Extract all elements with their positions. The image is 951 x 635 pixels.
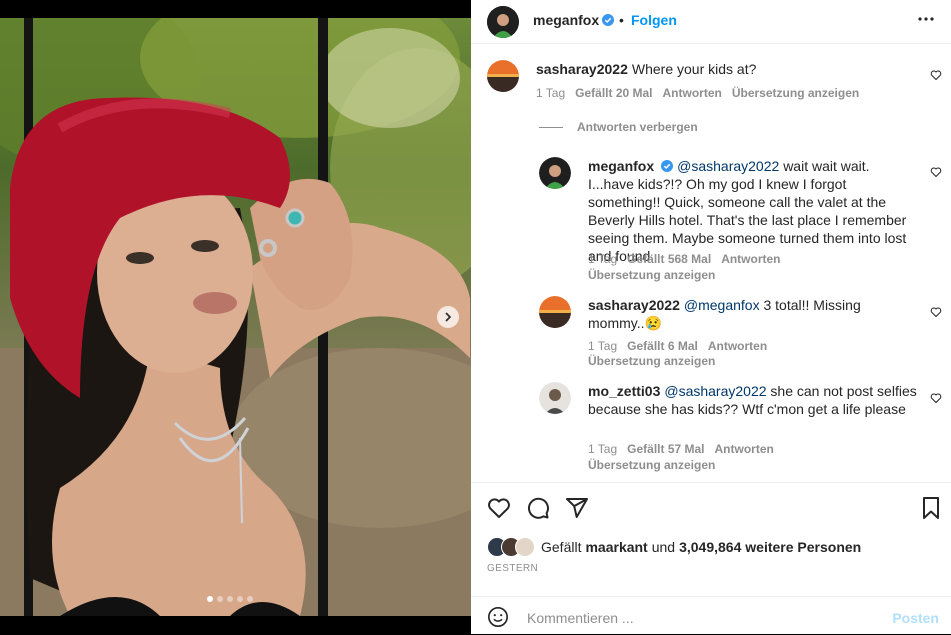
comment-age[interactable]: 1 Tag xyxy=(536,86,565,100)
hide-replies-label: Antworten verbergen xyxy=(577,120,698,134)
reply-text: meganfox @sasharay2022 wait wait wait. I.… xyxy=(588,157,918,265)
reply-translate-row: Übersetzung anzeigen xyxy=(588,458,725,472)
reply-age[interactable]: 1 Tag xyxy=(588,252,617,266)
reply-username[interactable]: sasharay2022 xyxy=(588,297,680,313)
reply-translate-row: Übersetzung anzeigen xyxy=(588,268,725,282)
reply-age[interactable]: 1 Tag xyxy=(588,442,617,456)
hide-replies-button[interactable]: Antworten verbergen xyxy=(539,120,698,134)
reply-username[interactable]: meganfox xyxy=(588,158,654,174)
heart-icon[interactable] xyxy=(487,496,511,520)
reply-translate-button[interactable]: Übersetzung anzeigen xyxy=(588,268,715,282)
reply-reply-button[interactable]: Antworten xyxy=(708,339,767,353)
post-panel: meganfox • Folgen sasharay2022 Where your… xyxy=(471,0,951,634)
reply-like-heart-icon[interactable] xyxy=(930,306,942,318)
reply-username[interactable]: mo_zetti03 xyxy=(588,383,660,399)
reply-translate-button[interactable]: Übersetzung anzeigen xyxy=(588,458,715,472)
commenter-avatar[interactable] xyxy=(487,60,519,92)
post-date[interactable]: GESTERN xyxy=(487,563,538,574)
verified-icon xyxy=(602,14,615,26)
comment-username[interactable]: sasharay2022 xyxy=(536,61,628,77)
more-icon[interactable] xyxy=(917,14,935,24)
share-icon[interactable] xyxy=(565,496,589,520)
reply-meta: 1 Tag Gefällt 568 Mal Antworten xyxy=(588,252,791,266)
reply-likes[interactable]: Gefällt 6 Mal xyxy=(627,339,698,353)
likes-count[interactable]: 3,049,864 weitere Personen xyxy=(679,539,861,555)
liker-username[interactable]: maarkant xyxy=(585,539,647,555)
reply-text: sasharay2022 @meganfox 3 total!! Missing … xyxy=(588,296,898,332)
reply-avatar[interactable] xyxy=(539,157,571,189)
reply-likes[interactable]: Gefällt 568 Mal xyxy=(627,252,711,266)
reply-text: mo_zetti03 @sasharay2022 she can not post… xyxy=(588,382,918,418)
comment-composer: Posten xyxy=(471,596,951,635)
reply-mention[interactable]: @meganfox xyxy=(684,297,760,313)
comment-meta: 1 Tag Gefällt 20 Mal Antworten Übersetzung … xyxy=(536,86,869,100)
reply-avatar[interactable] xyxy=(539,296,571,328)
comment-icon[interactable] xyxy=(526,496,550,520)
reply-avatar[interactable] xyxy=(539,382,571,414)
selfie-illustration xyxy=(0,18,471,616)
follow-button[interactable]: Folgen xyxy=(631,12,677,28)
comment-likes[interactable]: Gefällt 20 Mal xyxy=(575,86,652,100)
reply-mention[interactable]: @sasharay2022 xyxy=(677,158,779,174)
chevron-right-icon xyxy=(445,312,452,322)
post-header: meganfox • Folgen xyxy=(471,0,951,44)
likes-prefix: Gefällt xyxy=(541,539,582,555)
comment-text: sasharay2022 Where your kids at? xyxy=(536,60,916,78)
next-image-button[interactable] xyxy=(437,306,459,328)
author-avatar[interactable] xyxy=(487,6,519,38)
comment-like-heart-icon[interactable] xyxy=(930,69,942,81)
carousel-indicator xyxy=(207,596,253,602)
author-name[interactable]: meganfox xyxy=(533,12,615,30)
post-media xyxy=(0,0,471,634)
author-username[interactable]: meganfox xyxy=(533,12,599,28)
comments-section: sasharay2022 Where your kids at? 1 Tag Gef… xyxy=(471,44,951,482)
hide-replies-line xyxy=(539,127,563,129)
separator-dot: • xyxy=(619,12,624,28)
carousel-dot xyxy=(217,596,223,602)
reply-reply-button[interactable]: Antworten xyxy=(721,252,780,266)
likes-connector: und xyxy=(651,539,676,555)
post-actions: Gefällt maarkant und 3,049,864 weitere P… xyxy=(471,482,951,587)
verified-icon xyxy=(661,160,674,172)
comment-input[interactable] xyxy=(525,605,869,631)
carousel-dot xyxy=(227,596,233,602)
post-photo xyxy=(0,18,471,616)
reply-reply-button[interactable]: Antworten xyxy=(715,442,774,456)
reply-translate-button[interactable]: Übersetzung anzeigen xyxy=(588,354,715,368)
reply-like-heart-icon[interactable] xyxy=(930,166,942,178)
liker-avatar xyxy=(515,537,535,557)
bookmark-icon[interactable] xyxy=(919,496,943,520)
reply-likes[interactable]: Gefällt 57 Mal xyxy=(627,442,704,456)
reply-translate-row: Übersetzung anzeigen xyxy=(588,354,725,368)
carousel-dot xyxy=(237,596,243,602)
comment-reply-button[interactable]: Antworten xyxy=(663,86,722,100)
emoji-icon[interactable] xyxy=(487,606,509,628)
reply-mention[interactable]: @sasharay2022 xyxy=(664,383,766,399)
comment-body: Where your kids at? xyxy=(631,61,757,77)
reply-meta: 1 Tag Gefällt 6 Mal Antworten xyxy=(588,339,777,353)
reply-age[interactable]: 1 Tag xyxy=(588,339,617,353)
carousel-dot-active xyxy=(207,596,213,602)
comment-translate-button[interactable]: Übersetzung anzeigen xyxy=(732,86,859,100)
liker-avatars xyxy=(487,537,535,557)
carousel-dot xyxy=(247,596,253,602)
reply-like-heart-icon[interactable] xyxy=(930,392,942,404)
likes-summary: Gefällt maarkant und 3,049,864 weitere P… xyxy=(487,537,865,557)
reply-meta: 1 Tag Gefällt 57 Mal Antworten xyxy=(588,442,784,456)
post-comment-button[interactable]: Posten xyxy=(892,610,939,626)
